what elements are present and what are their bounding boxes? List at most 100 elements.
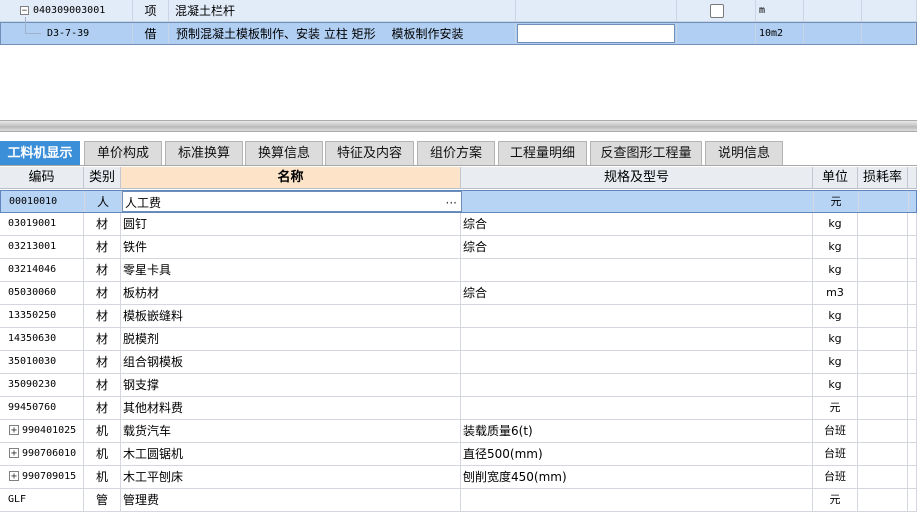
cell-name[interactable]: 载货汽车 [121,420,461,442]
cell-type: 机 [84,420,121,442]
cell-code: 03019001 [0,213,84,235]
cell-extra [908,236,917,258]
top-row-2-selected[interactable]: D3-7-39 借 预制混凝土模板制作、安装 立柱 矩形 模板制作安装 10m2 [0,22,917,45]
cell-unit: 元 [813,397,858,419]
cell-name[interactable]: 圆钉 [121,213,461,235]
cell-extra [908,282,917,304]
table-row-selected[interactable]: 00010010 人人工费 ··· 元 [0,190,917,213]
cell-name[interactable]: 零星卡具 [121,259,461,281]
table-row[interactable]: 03019001 材圆钉 综合 kg [0,213,917,236]
cell-name[interactable]: 铁件 [121,236,461,258]
cell-type: 人 [85,191,122,212]
cell-extra [908,213,917,235]
cell-spec: 综合 [461,282,813,304]
table-row[interactable]: 14350630 材脱模剂 kg [0,328,917,351]
cell-code: 14350630 [0,328,84,350]
cell-spec [462,191,814,212]
edit-input[interactable] [517,24,675,43]
tab-description[interactable]: 说明信息 [705,141,783,165]
table-row[interactable]: +990709015 机木工平刨床 刨削宽度450(mm) 台班 [0,466,917,489]
cell-type: 材 [84,397,121,419]
cell-spec: 刨削宽度450(mm) [461,466,813,488]
collapse-icon[interactable]: − [20,5,29,15]
table-row[interactable]: 05030060 材板枋材 综合 m3 [0,282,917,305]
cell-type: 材 [84,351,121,373]
cell-extra [908,259,917,281]
tab-bar: 工料机显示 单价构成 标准换算 换算信息 特征及内容 组价方案 工程量明细 反查… [0,141,917,166]
cell-name[interactable]: 其他材料费 [121,397,461,419]
row-checkbox[interactable] [710,4,724,18]
expand-icon[interactable]: + [9,471,19,482]
top-row-check-cell [677,0,756,21]
tab-pricing-scheme[interactable]: 组价方案 [417,141,495,165]
tab-conversion-info[interactable]: 换算信息 [245,141,323,165]
cell-code: 05030060 [0,282,84,304]
cell-code: +990401025 [0,420,84,442]
expand-icon[interactable]: + [9,425,19,436]
cell-unit: 元 [814,191,859,212]
cell-spec [461,397,813,419]
table-row[interactable]: 35010030 材组合钢模板 kg [0,351,917,374]
cell-type: 材 [84,259,121,281]
cell-name[interactable]: 板枋材 [121,282,461,304]
table-row[interactable]: 03214046 材零星卡具 kg [0,259,917,282]
cell-name[interactable]: 木工平刨床 [121,466,461,488]
col-header-name[interactable]: 名称 [121,167,461,189]
cell-extra [908,443,917,465]
cell-code: 35010030 [0,351,84,373]
cell-extra [908,305,917,327]
cell-extra [908,489,917,511]
top-row-blank-cell [516,0,677,21]
cell-type: 材 [84,305,121,327]
cell-unit: kg [813,328,858,350]
col-header-code[interactable]: 编码 [0,167,84,189]
table-row[interactable]: 13350250 材模板嵌缝料 kg [0,305,917,328]
cell-name[interactable]: 组合钢模板 [121,351,461,373]
pane-splitter[interactable] [0,120,917,132]
top-row-code-cell: D3-7-39 [1,23,133,44]
cell-name[interactable]: 脱模剂 [121,328,461,350]
col-header-unit[interactable]: 单位 [813,167,858,189]
cell-code: 03213001 [0,236,84,258]
col-header-loss[interactable]: 损耗率 [858,167,908,189]
tab-unit-price[interactable]: 单价构成 [84,141,162,165]
ellipsis-button[interactable]: ··· [446,192,457,211]
cell-unit: kg [813,259,858,281]
col-header-type[interactable]: 类别 [84,167,121,189]
cell-loss [858,282,908,304]
tab-features[interactable]: 特征及内容 [325,141,414,165]
cell-name[interactable]: 木工圆锯机 [121,443,461,465]
cell-unit: kg [813,351,858,373]
table-row[interactable]: 35090230 材钢支撑 kg [0,374,917,397]
cell-name[interactable]: 模板嵌缝料 [121,305,461,327]
cell-loss [858,466,908,488]
cell-extra [908,328,917,350]
expand-icon[interactable]: + [9,448,19,459]
cell-spec [461,259,813,281]
tab-labor-material-machine[interactable]: 工料机显示 [0,141,80,165]
cell-extra [909,191,917,212]
table-row[interactable]: +990401025 机载货汽车 装载质量6(t) 台班 [0,420,917,443]
top-row-edit-cell[interactable] [516,23,677,44]
top-row-unit: 10m2 [756,23,804,44]
cell-spec [461,489,813,511]
col-header-spec[interactable]: 规格及型号 [461,167,813,189]
cell-name[interactable]: 管理费 [121,489,461,511]
table-row[interactable]: 99450760 材其他材料费 元 [0,397,917,420]
cell-unit: 台班 [813,420,858,442]
cell-name[interactable]: 钢支撑 [121,374,461,396]
cell-type: 机 [84,466,121,488]
code-text: 990709015 [22,471,77,482]
table-row[interactable]: +990706010 机木工圆锯机 直径500(mm) 台班 [0,443,917,466]
tab-quantity-detail[interactable]: 工程量明细 [498,141,587,165]
tab-reverse-lookup[interactable]: 反查图形工程量 [590,141,702,165]
top-row-cell-b [862,0,917,21]
table-row[interactable]: GLF 管管理费 元 [0,489,917,512]
tab-standard-conversion[interactable]: 标准换算 [165,141,243,165]
top-row-1[interactable]: −040309003001 项 混凝土栏杆 m [0,0,917,22]
cell-loss [858,259,908,281]
name-text: 人工费 [125,196,162,210]
table-row[interactable]: 03213001 材铁件 综合 kg [0,236,917,259]
cell-loss [858,420,908,442]
cell-name[interactable]: 人工费 ··· [122,191,462,212]
